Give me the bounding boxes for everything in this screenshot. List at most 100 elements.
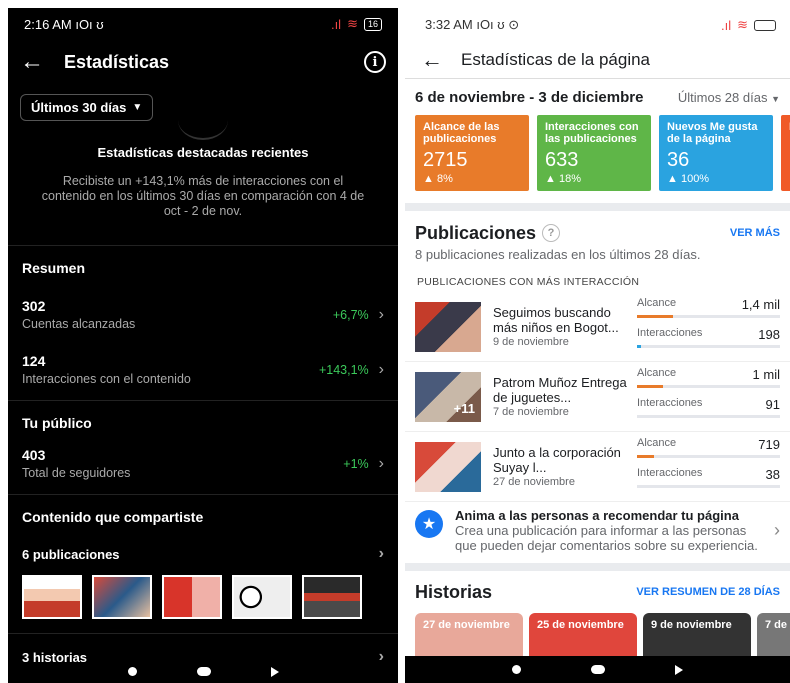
posts-link-label: 6 publicaciones [22,546,120,562]
stories-header: Historias VER RESUMEN DE 28 DÍAS [405,577,790,607]
card-title: Interacciones con las publicaciones [545,121,639,145]
back-triangle-icon[interactable] [270,666,279,677]
card-change: ▲ 18% [545,173,643,185]
card-title: Nuevos Me gusta de la página [667,121,758,145]
card-value: 36 [667,149,690,171]
post-thumbnail[interactable] [162,575,222,619]
chevron-right-icon: › [378,545,384,562]
card-change-value: 100% [680,173,710,185]
up-arrow-icon: ▲ [545,173,559,185]
metric-card-reach[interactable]: Alcance de las publicaciones 2715 ▲ 8% [415,115,529,191]
status-bar: 3:32 AM ıOı ʊ ⊙ .ıl ≋ [405,8,790,42]
story-label: 7 de [765,619,788,631]
card-change: ▲ 8% [423,173,521,185]
facebook-page-insights-panel: 3:32 AM ıOı ʊ ⊙ .ıl ≋ ← Estadísticas de … [405,8,790,683]
stat-followers[interactable]: 403 Total de seguidores +1% › [8,447,398,480]
publications-subtitle: 8 publicaciones realizadas en los último… [415,247,701,262]
android-nav-bar [8,660,398,683]
reach-label: Alcance [637,296,677,309]
more-photos-badge: +11 [453,400,475,416]
stat-value: 403 [22,447,46,463]
back-arrow-icon[interactable]: ← [421,47,461,73]
interactions-bar [637,414,780,418]
stat-value: 302 [22,298,46,314]
card-value: 2715 [423,149,468,171]
reach-value: 1 mil [752,366,780,382]
wifi-icon: ≋ [347,16,358,31]
reach-bar [637,454,780,458]
highlights-description: Recibiste un +143,1% más de interaccione… [41,174,365,218]
up-arrow-icon: ▲ [423,173,437,185]
stat-change: +6,7% [332,307,369,322]
post-thumbnails [8,575,398,619]
post-metrics: Alcance 719 Interacciones 38 [631,437,780,497]
range-select-label: Últimos 28 días [677,89,768,105]
caret-down-icon: ▼ [771,93,780,104]
interactions-label: Interacciones [637,326,703,339]
header: ← Estadísticas de la página [405,42,790,78]
section-separator [405,563,790,571]
stat-label: Interacciones con el contenido [22,372,191,386]
recents-icon[interactable] [512,665,521,674]
instagram-insights-panel: 2:16 AM ıOı ʊ .ıl ≋ 16 ← Estadísticas i … [8,8,398,683]
post-row[interactable]: Junto a la corporación Suyay l... 27 de … [405,432,790,502]
recommend-tip[interactable]: ★ Anima a las personas a recomendar tu p… [405,502,790,559]
post-row[interactable]: +11 Patrom Muñoz Entrega de juguetes... … [405,362,790,432]
reach-bar [637,314,780,318]
info-icon[interactable]: i [364,51,386,73]
wifi-icon: ≋ [737,17,748,32]
metric-cards: Alcance de las publicaciones 2715 ▲ 8% I… [405,115,790,191]
android-nav-bar [405,656,790,683]
interactions-bar [637,484,780,488]
stat-change: +143,1% [318,362,369,377]
interactions-label: Interacciones [637,466,703,479]
reach-bar [637,384,780,388]
see-more-link[interactable]: VER MÁS [730,227,780,239]
header: ← Estadísticas i [8,40,398,84]
home-icon[interactable] [196,667,211,676]
status-time: 3:32 AM [425,17,473,32]
reach-label: Alcance [637,436,677,449]
card-change: ▲ 100% [667,173,765,185]
post-thumbnail[interactable] [92,575,152,619]
back-triangle-icon[interactable] [675,664,683,675]
content-title: Contenido que compartiste [22,509,204,525]
range-select[interactable]: Últimos 28 días ▼ [678,90,780,105]
stat-accounts-reached[interactable]: 302 Cuentas alcanzadas +6,7% › [8,298,398,331]
chevron-right-icon: › [378,305,384,323]
post-row[interactable]: Seguimos buscando más niños en Bogot... … [405,292,790,362]
post-image [415,301,481,352]
post-metrics: Alcance 1 mil Interacciones 91 [631,367,780,427]
story-label: 9 de noviembre [651,619,732,631]
post-thumbnail[interactable] [22,575,82,619]
metric-card-interactions[interactable]: Interacciones con las publicaciones 633 … [537,115,651,191]
status-indicators: ıOı ʊ [75,16,104,32]
decorative-arc [178,100,228,140]
highlights-title: Estadísticas destacadas recientes [97,145,309,160]
stat-content-interactions[interactable]: 124 Interacciones con el contenido +143,… [8,353,398,386]
status-bar: 2:16 AM ıOı ʊ .ıl ≋ 16 [8,8,398,40]
metric-card-new-likes[interactable]: Nuevos Me gusta de la página 36 ▲ 100% [659,115,773,191]
post-thumbnail[interactable] [232,575,292,619]
back-arrow-icon[interactable]: ← [20,48,64,76]
posts-link[interactable]: 6 publicaciones › [8,545,398,563]
publications-header: Publicaciones? VER MÁS [405,219,790,247]
home-icon[interactable] [591,665,605,674]
chevron-right-icon: › [378,360,384,378]
recents-icon[interactable] [127,667,137,676]
card-title: Alcance de las publicaciones [423,121,500,145]
metric-card-partial[interactable]: R v 6 [781,115,790,191]
interactions-bar [637,344,780,348]
post-metrics: Alcance 1,4 mil Interacciones 198 [631,297,780,357]
tip-description: Crea una publicación para informar a las… [455,523,758,553]
range-dropdown[interactable]: Últimos 30 días ▼ [20,94,154,121]
summary-title: Resumen [22,260,86,276]
publications-title: Publicaciones [415,222,537,243]
interactions-value: 198 [758,326,780,342]
interactions-label: Interacciones [637,396,703,409]
reach-value: 1,4 mil [741,296,780,312]
post-title: Seguimos buscando más niños en Bogot... [493,305,619,335]
post-thumbnail[interactable] [302,575,362,619]
help-icon[interactable]: ? [542,224,561,242]
stories-summary-link[interactable]: VER RESUMEN DE 28 DÍAS [636,586,780,598]
